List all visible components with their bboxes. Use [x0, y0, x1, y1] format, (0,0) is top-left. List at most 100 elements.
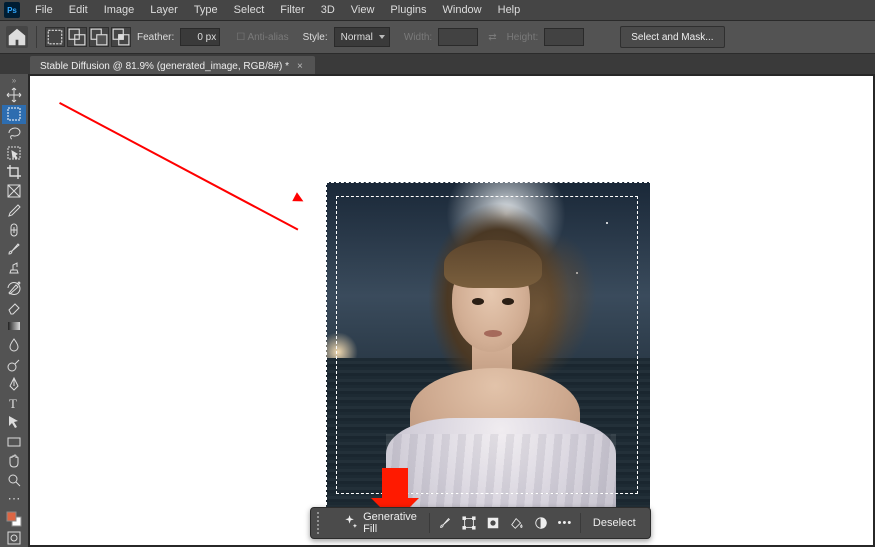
ctxbar-drag-handle[interactable]: [317, 512, 327, 534]
menu-type[interactable]: Type: [187, 2, 225, 18]
add-selection-button[interactable]: [67, 27, 87, 47]
crop-tool[interactable]: [2, 163, 26, 181]
document-image: [326, 182, 650, 508]
toolbar-expand-icon[interactable]: »: [12, 76, 16, 85]
menu-filter[interactable]: Filter: [273, 2, 311, 18]
mask-icon: [486, 516, 500, 530]
menu-file[interactable]: File: [28, 2, 60, 18]
deselect-label: Deselect: [593, 517, 636, 529]
intersect-selection-icon: [112, 28, 130, 46]
zoom-tool[interactable]: [2, 471, 26, 489]
ctx-mask-button[interactable]: [482, 512, 504, 534]
tools-panel: » T ⋯: [0, 74, 29, 547]
quickmask-tool[interactable]: [2, 529, 26, 547]
select-and-mask-button[interactable]: Select and Mask...: [620, 26, 724, 48]
fg-bg-colors[interactable]: [2, 510, 26, 528]
style-select[interactable]: Normal: [334, 27, 390, 47]
rectangle-tool[interactable]: [2, 433, 26, 451]
pen-tool[interactable]: [2, 375, 26, 393]
new-selection-button[interactable]: [45, 27, 65, 47]
eyedropper-tool[interactable]: [2, 202, 26, 220]
blur-tool[interactable]: [2, 336, 26, 354]
subtract-selection-button[interactable]: [89, 27, 109, 47]
contextual-task-bar[interactable]: Generative Fill ••• Deselect: [310, 507, 651, 539]
edit-toolbar-button[interactable]: ⋯: [2, 490, 26, 508]
move-tool[interactable]: [2, 86, 26, 104]
image-dressfolds: [386, 434, 616, 508]
ctx-more-button[interactable]: •••: [554, 512, 576, 534]
antialias-checkbox: ☐ Anti-alias: [236, 32, 288, 43]
transform-icon: [462, 516, 476, 530]
menu-plugins[interactable]: Plugins: [383, 2, 433, 18]
width-label: Width:: [404, 32, 432, 43]
generative-fill-label: Generative Fill: [363, 511, 417, 535]
type-tool[interactable]: T: [2, 394, 26, 412]
feather-input[interactable]: 0 px: [180, 28, 220, 46]
annotation-arrow-head: [292, 192, 306, 206]
brush-tool[interactable]: [2, 240, 26, 258]
generative-fill-button[interactable]: Generative Fill: [333, 512, 425, 534]
spot-heal-tool[interactable]: [2, 221, 26, 239]
canvas-area[interactable]: Generative Fill ••• Deselect: [28, 74, 875, 547]
ctx-adjust-button[interactable]: [530, 512, 552, 534]
document-tab-strip: Stable Diffusion @ 81.9% (generated_imag…: [0, 54, 875, 76]
feather-label: Feather:: [137, 32, 174, 43]
style-value: Normal: [341, 32, 373, 43]
options-bar: Feather: 0 px ☐ Anti-alias Style: Normal…: [0, 21, 875, 54]
history-brush-tool[interactable]: [2, 279, 26, 297]
home-button[interactable]: [6, 26, 28, 48]
menu-help[interactable]: Help: [491, 2, 528, 18]
dodge-tool[interactable]: [2, 356, 26, 374]
image-eye: [502, 298, 514, 305]
path-select-tool[interactable]: [2, 413, 26, 431]
separator: [36, 26, 37, 48]
clone-stamp-tool[interactable]: [2, 259, 26, 277]
menu-bar: Ps File Edit Image Layer Type Select Fil…: [0, 0, 875, 21]
menu-layer[interactable]: Layer: [143, 2, 185, 18]
marquee-tool[interactable]: [2, 105, 26, 123]
menu-view[interactable]: View: [344, 2, 382, 18]
brush-icon: [438, 516, 452, 530]
gradient-tool[interactable]: [2, 317, 26, 335]
image-eye: [472, 298, 484, 305]
document-tab[interactable]: Stable Diffusion @ 81.9% (generated_imag…: [30, 56, 315, 76]
swap-dim-icon: ⇄: [488, 32, 496, 43]
new-selection-icon: [46, 28, 64, 46]
image-bangs: [444, 240, 542, 288]
adjust-icon: [534, 516, 548, 530]
subtract-selection-icon: [90, 28, 108, 46]
frame-tool[interactable]: [2, 182, 26, 200]
more-icon: •••: [558, 517, 573, 529]
hand-tool[interactable]: [2, 452, 26, 470]
fill-icon: [510, 516, 524, 530]
menu-edit[interactable]: Edit: [62, 2, 95, 18]
lasso-tool[interactable]: [2, 125, 26, 143]
height-label: Height:: [507, 32, 539, 43]
intersect-selection-button[interactable]: [111, 27, 131, 47]
menu-image[interactable]: Image: [97, 2, 142, 18]
annotation-arrow-line: [59, 102, 298, 231]
menu-window[interactable]: Window: [436, 2, 489, 18]
height-input: [544, 28, 584, 46]
width-input: [438, 28, 478, 46]
artboard: Generative Fill ••• Deselect: [30, 76, 873, 545]
object-select-tool[interactable]: [2, 144, 26, 162]
deselect-button[interactable]: Deselect: [585, 512, 644, 534]
ctx-fill-button[interactable]: [506, 512, 528, 534]
separator: [580, 513, 581, 533]
ctx-modify-selection-button[interactable]: [434, 512, 456, 534]
image-star: [606, 222, 608, 224]
image-lips: [484, 330, 502, 337]
app-logo: Ps: [4, 2, 20, 18]
add-selection-icon: [68, 28, 86, 46]
close-tab-icon[interactable]: ×: [297, 61, 303, 72]
home-icon: [6, 26, 28, 48]
sparkle-icon: [341, 514, 358, 531]
eraser-tool[interactable]: [2, 298, 26, 316]
menu-select[interactable]: Select: [227, 2, 272, 18]
style-label: Style:: [303, 32, 328, 43]
menu-3d[interactable]: 3D: [314, 2, 342, 18]
ctx-transform-button[interactable]: [458, 512, 480, 534]
selection-mode-group: [45, 27, 131, 47]
annotation-big-arrow-stem: [382, 468, 408, 500]
